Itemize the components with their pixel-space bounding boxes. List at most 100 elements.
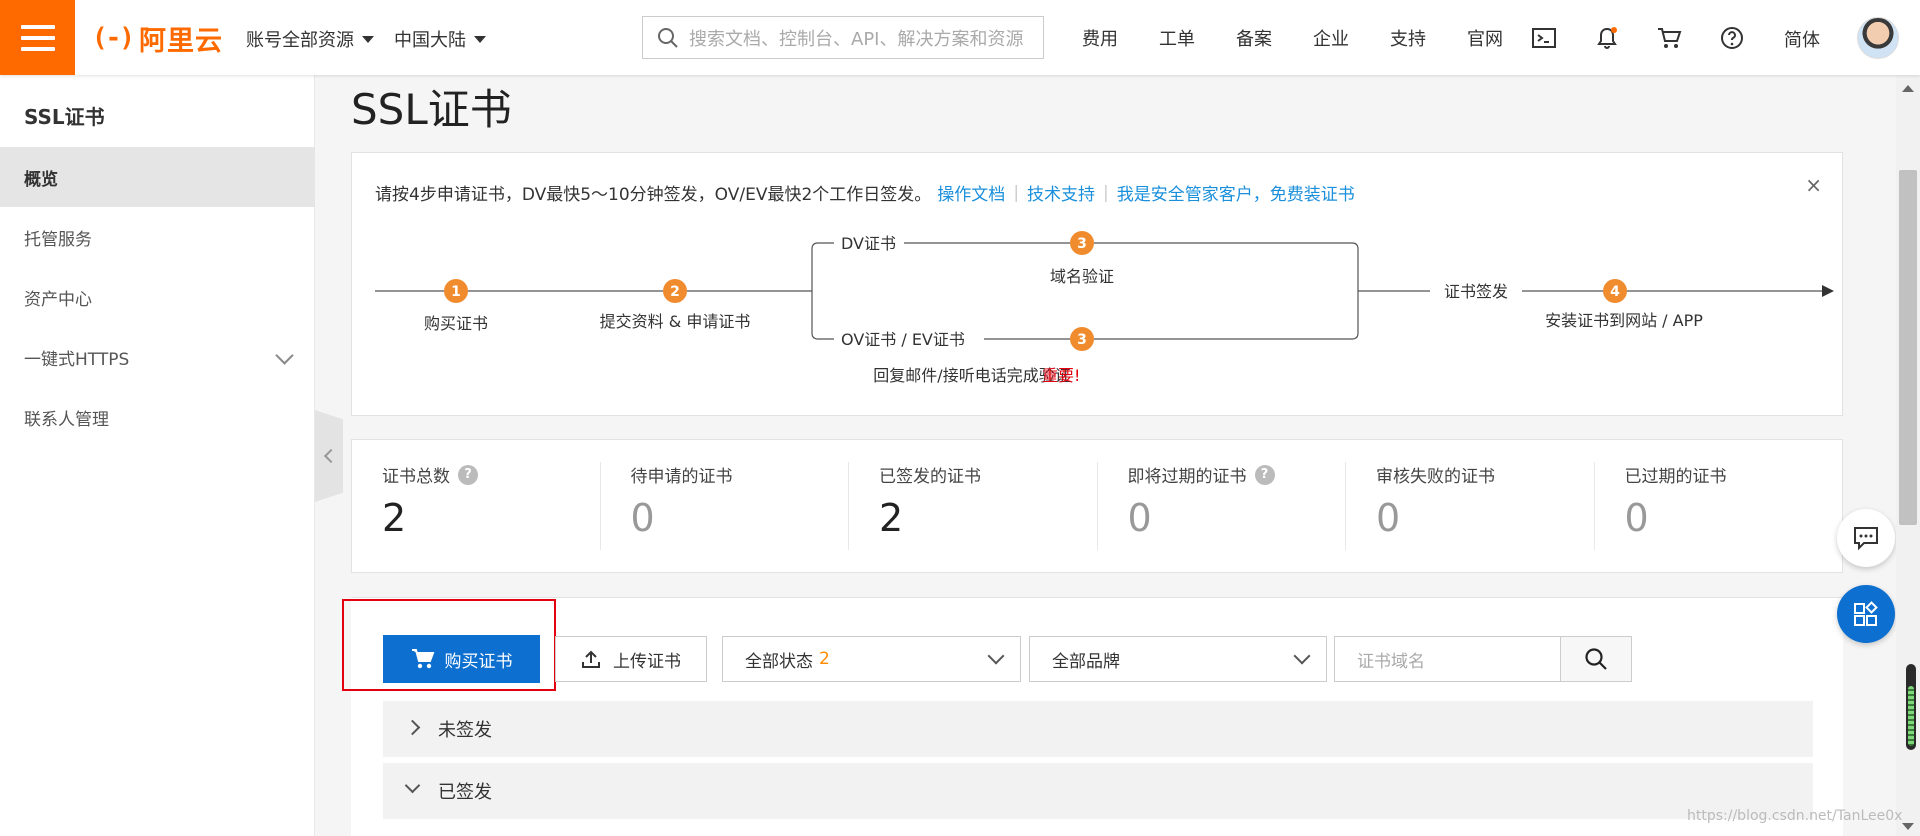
stat-label: 待申请的证书: [631, 462, 733, 487]
top-nav-links: 费用 工单 备案 企业 支持 官网: [1082, 0, 1544, 75]
domain-search-button[interactable]: [1560, 636, 1632, 682]
step-number: 3: [1077, 332, 1087, 348]
bell-icon[interactable]: [1594, 25, 1620, 51]
sidebar-item-label: 托管服务: [24, 229, 92, 250]
group-unissued[interactable]: 未签发: [383, 701, 1813, 757]
sidebar-item-one-click-https[interactable]: 一键式HTTPS: [0, 327, 315, 387]
nav-link-ticket[interactable]: 工单: [1159, 25, 1195, 51]
group-label: 已签发: [438, 782, 492, 803]
nav-link-icp[interactable]: 备案: [1236, 25, 1272, 51]
upload-certificate-button[interactable]: 上传证书: [555, 636, 707, 682]
account-scope-label: 账号全部资源: [246, 30, 354, 51]
region-dropdown[interactable]: 中国大陆: [394, 26, 486, 52]
sidebar-item-label: 一键式HTTPS: [24, 349, 130, 370]
sidebar-collapse-toggle[interactable]: [315, 410, 343, 502]
step-1-label: 购买证书: [424, 314, 488, 333]
sidebar: SSL证书 概览 托管服务 资产中心 一键式HTTPS 联系人管理: [0, 75, 315, 836]
stat-failed[interactable]: 审核失败的证书 0: [1346, 462, 1595, 550]
stat-label: 已签发的证书: [879, 462, 981, 487]
step-2-label: 提交资料 & 申请证书: [600, 312, 751, 331]
watermark: https://blog.csdn.net/TanLee0x: [1687, 808, 1903, 824]
account-scope-dropdown[interactable]: 账号全部资源: [246, 26, 374, 52]
nav-link-support[interactable]: 支持: [1390, 25, 1426, 51]
language-switch[interactable]: 简体: [1784, 26, 1820, 52]
buy-certificate-label: 购买证书: [444, 651, 513, 672]
buy-certificate-button[interactable]: 购买证书: [383, 635, 540, 683]
ov-label: OV证书 / EV证书: [841, 330, 965, 349]
step-4-label: 安装证书到网站 / APP: [1545, 311, 1703, 330]
important-label: 重要!: [1042, 366, 1080, 385]
stat-value: 2: [879, 496, 904, 540]
stat-pending[interactable]: 待申请的证书 0: [601, 462, 849, 550]
link-docs[interactable]: 操作文档: [937, 180, 1005, 205]
apps-float-button[interactable]: [1837, 585, 1895, 643]
step-3-ov-marker: 3: [1070, 327, 1094, 351]
chevron-down-icon: [987, 647, 1005, 665]
step-number: 3: [1077, 236, 1087, 252]
brand-filter-select[interactable]: 全部品牌: [1029, 636, 1327, 682]
search-icon: [1585, 648, 1607, 670]
chevron-left-icon: [323, 448, 339, 464]
stat-label: 即将过期的证书?: [1128, 462, 1275, 487]
stat-label-text: 即将过期的证书: [1127, 467, 1247, 487]
step-4-marker: 4: [1603, 279, 1627, 303]
apps-icon: [1854, 601, 1878, 626]
help-icon[interactable]: ?: [1254, 464, 1275, 485]
sidebar-item-managed-service[interactable]: 托管服务: [0, 207, 315, 267]
step-number: 2: [670, 284, 680, 300]
scroll-up-arrow-icon[interactable]: [1902, 85, 1914, 92]
certificate-domain-input[interactable]: 证书域名: [1334, 636, 1561, 682]
nav-link-billing[interactable]: 费用: [1082, 25, 1118, 51]
sidebar-item-contacts[interactable]: 联系人管理: [0, 387, 315, 447]
issue-label: 证书签发: [1444, 282, 1508, 301]
chat-float-button[interactable]: [1837, 509, 1895, 567]
step-2-marker: 2: [663, 279, 687, 303]
stat-value: 0: [1624, 496, 1649, 540]
stat-label-text: 待申请的证书: [630, 467, 733, 487]
help-icon[interactable]: [1719, 25, 1745, 51]
application-guide-panel: 1 2 3 3 4 购买证书 提交资料 & 申请证书 DV证书 域名验证 OV证…: [351, 152, 1843, 416]
group-issued[interactable]: 已签发: [383, 763, 1813, 819]
status-filter-label: 全部状态: [745, 651, 813, 672]
global-search-input[interactable]: 搜索文档、控制台、API、解决方案和资源: [642, 16, 1044, 59]
stat-expired[interactable]: 已过期的证书 0: [1595, 462, 1843, 550]
step-number: 1: [451, 284, 461, 300]
user-avatar[interactable]: [1857, 17, 1899, 59]
step-number: 4: [1610, 284, 1620, 300]
link-tech-support[interactable]: 技术支持: [1027, 180, 1095, 205]
sidebar-item-overview[interactable]: 概览: [0, 147, 315, 207]
caret-down-icon: [474, 35, 486, 43]
cart-icon[interactable]: [1656, 25, 1682, 51]
search-placeholder: 搜索文档、控制台、API、解决方案和资源: [689, 28, 1024, 50]
divider: |: [1013, 182, 1020, 203]
link-free-install[interactable]: 我是安全管家客户，免费装证书: [1117, 180, 1355, 205]
nav-link-official-site[interactable]: 官网: [1467, 25, 1503, 51]
step-1-marker: 1: [444, 279, 468, 303]
search-icon: [658, 27, 678, 48]
close-icon[interactable]: ×: [1805, 173, 1822, 197]
sidebar-item-label: 资产中心: [24, 289, 92, 310]
status-filter-select[interactable]: 全部状态 2: [722, 636, 1021, 682]
stat-value: 0: [630, 496, 655, 540]
stat-total[interactable]: 证书总数? 2: [352, 462, 601, 550]
stat-label-text: 证书总数: [382, 467, 450, 487]
stat-issued[interactable]: 已签发的证书 2: [849, 462, 1098, 550]
chevron-down-icon: [404, 777, 421, 794]
stat-expiring[interactable]: 即将过期的证书? 0: [1098, 462, 1346, 550]
stat-label-text: 已签发的证书: [879, 467, 981, 487]
upload-icon: [582, 650, 600, 668]
aliyun-logo[interactable]: (-) 阿里云: [92, 22, 223, 57]
stat-label: 证书总数?: [382, 462, 478, 487]
group-label: 未签发: [438, 720, 492, 741]
page-title: SSL证书: [351, 85, 512, 134]
help-icon[interactable]: ?: [458, 464, 478, 485]
terminal-icon[interactable]: [1531, 25, 1557, 51]
divider: |: [1103, 182, 1109, 203]
logo-mark: (-): [92, 23, 135, 53]
sidebar-item-asset-center[interactable]: 资产中心: [0, 267, 315, 327]
hamburger-menu-button[interactable]: [0, 0, 75, 75]
nav-link-enterprise[interactable]: 企业: [1313, 25, 1349, 51]
side-indicator-widget: [1906, 664, 1916, 750]
scrollbar-thumb[interactable]: [1899, 170, 1917, 525]
scroll-down-arrow-icon[interactable]: [1902, 823, 1914, 830]
